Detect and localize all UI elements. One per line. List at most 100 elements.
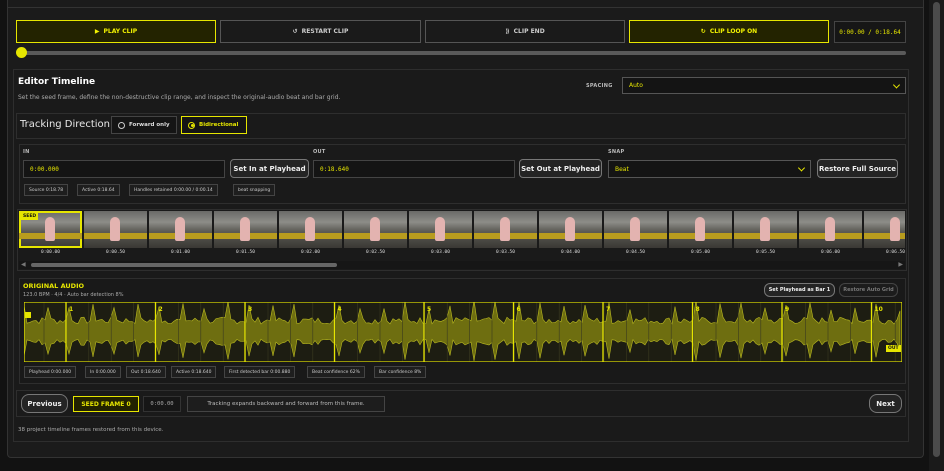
scrollbar-thumb[interactable]	[31, 263, 337, 267]
filmstrip-scrollbar[interactable]: ◀ ▶	[19, 261, 905, 269]
spacing-label: SPACING	[586, 83, 613, 89]
play-icon: ▶	[94, 28, 100, 35]
filmstrip-frame[interactable]: SEED 0:00.00	[19, 211, 82, 258]
frame-thumbnail	[669, 211, 732, 248]
frame-thumbnail	[409, 211, 472, 248]
set-out-button[interactable]: Set Out at Playhead	[519, 159, 602, 178]
restore-auto-grid-button[interactable]: Restore Auto Grid	[839, 283, 898, 297]
forward-only-radio[interactable]: Forward only	[111, 116, 177, 134]
in-time-input[interactable]: 0:00.000	[23, 160, 225, 178]
loop-icon: ↻	[700, 28, 706, 35]
restart-clip-button[interactable]: ↺ RESTART CLIP	[220, 20, 421, 43]
play-clip-button[interactable]: ▶ PLAY CLIP	[16, 20, 216, 43]
frame-time: 0:01.50	[236, 250, 255, 255]
chevron-down-icon	[892, 80, 901, 89]
frame-thumbnail	[799, 211, 862, 248]
radio-selected-icon	[188, 121, 195, 129]
filmstrip-frame[interactable]: 0:06.00	[799, 211, 862, 258]
set-in-button[interactable]: Set In at Playhead	[230, 159, 309, 178]
radio-icon	[118, 121, 125, 129]
frame-thumbnail	[604, 211, 667, 248]
frame-time: 0:00.50	[106, 250, 125, 255]
editor-title: Editor Timeline	[18, 77, 96, 87]
editor-subtitle: Set the seed frame, define the non-destr…	[18, 94, 341, 101]
out-label: OUT	[313, 149, 326, 155]
beat-confidence-chip: Beat confidence 62%	[307, 366, 365, 378]
spacing-select[interactable]: Auto	[622, 77, 906, 94]
next-button[interactable]: Next	[869, 394, 902, 413]
out-time-input[interactable]: 0:18.640	[313, 160, 515, 178]
filmstrip-frame[interactable]: 0:04.50	[604, 211, 667, 258]
seed-frame-badge: SEED FRAME 0	[73, 396, 139, 412]
snap-select[interactable]: Beat	[608, 160, 811, 178]
frame-thumbnail	[474, 211, 537, 248]
filmstrip-frame[interactable]: 0:03.00	[409, 211, 472, 258]
filmstrip-frame[interactable]: 0:01.50	[214, 211, 277, 258]
frame-thumbnail	[539, 211, 602, 248]
chevron-down-icon	[797, 164, 806, 172]
frame-time: 0:02.50	[366, 250, 385, 255]
frame-thumbnail	[279, 211, 342, 248]
filmstrip-frame[interactable]: 0:00.50	[84, 211, 147, 258]
frame-time: 0:02.00	[301, 250, 320, 255]
frame-time: 0:01.00	[171, 250, 190, 255]
bar-number: 5	[427, 306, 431, 313]
filmstrip: SEED 0:00.00 0:00.50 0:01.00 0:01.50 0:02.00 0…	[19, 211, 905, 258]
handles-chip: Handles retained 0:00.00 / 0:00.14	[129, 184, 218, 196]
seed-tag: SEED	[21, 213, 39, 220]
frame-time: 0:00.00	[41, 250, 60, 255]
bar-number: 4	[338, 306, 342, 313]
bar-number: 3	[248, 306, 252, 313]
bar-number: 2	[159, 306, 163, 313]
frame-time: 0:03.50	[496, 250, 515, 255]
out-tag: OUT	[886, 345, 901, 352]
frame-thumbnail	[84, 211, 147, 248]
restore-full-source-button[interactable]: Restore Full Source	[817, 159, 898, 178]
filmstrip-frame[interactable]: 0:03.50	[474, 211, 537, 258]
audio-detail: 123.0 BPM · 4/4 · Auto bar detection 8%	[23, 292, 124, 298]
out-chip: Out 0:18.640	[126, 366, 166, 378]
frame-time: 0:03.00	[431, 250, 450, 255]
scrub-track[interactable]	[18, 51, 906, 55]
active-chip: Active 0:18.640	[171, 366, 217, 378]
bidirectional-radio[interactable]: Bidirectional	[181, 116, 247, 134]
set-bar1-button[interactable]: Set Playhead as Bar 1	[764, 283, 835, 297]
source-chip: Source 0:18.78	[24, 184, 69, 196]
beat-snapping-chip: beat snapping	[233, 184, 276, 196]
time-display: 0:00.00 / 0:18.64	[834, 21, 906, 43]
filmstrip-frame[interactable]: 0:05.50	[734, 211, 797, 258]
filmstrip-frame[interactable]: 0:04.00	[539, 211, 602, 258]
audio-title: ORIGINAL AUDIO	[23, 282, 85, 290]
previous-button[interactable]: Previous	[21, 394, 68, 413]
frame-time: 0:05.00	[691, 250, 710, 255]
top-edge	[7, 0, 924, 8]
bar-number: 6	[517, 306, 521, 313]
clip-loop-button[interactable]: ↻ CLIP LOOP ON	[629, 20, 829, 43]
scroll-left-icon[interactable]: ◀	[21, 261, 26, 268]
bar-number: 8	[696, 306, 700, 313]
page-scrollbar-thumb[interactable]	[933, 2, 940, 457]
scroll-right-icon[interactable]: ▶	[898, 261, 903, 268]
frame-thumbnail	[149, 211, 212, 248]
scrub-handle[interactable]	[16, 47, 27, 58]
filmstrip-frame[interactable]: 0:05.00	[669, 211, 732, 258]
filmstrip-frame[interactable]: 0:02.50	[344, 211, 407, 258]
bar-number: 7	[606, 306, 610, 313]
restored-note: 38 project timeline frames restored from…	[18, 427, 164, 433]
clip-end-button[interactable]: ⟫ CLIP END	[425, 20, 625, 43]
frame-thumbnail	[344, 211, 407, 248]
bar-number: 10	[875, 306, 883, 313]
tracking-hint: Tracking expands backward and forward fr…	[187, 396, 385, 412]
frame-time: 0:04.50	[626, 250, 645, 255]
snap-label: SNAP	[608, 149, 625, 155]
bar-number: 9	[785, 306, 789, 313]
filmstrip-frame[interactable]: 0:02.00	[279, 211, 342, 258]
tracking-label: Tracking Direction	[20, 119, 110, 130]
seed-time: 0:00.00	[143, 396, 181, 412]
frame-time: 0:06.50	[886, 250, 905, 255]
filmstrip-frame[interactable]: 0:06.50	[864, 211, 905, 258]
bar-number: 1	[69, 306, 73, 313]
playhead-marker[interactable]	[25, 312, 31, 318]
filmstrip-frame[interactable]: 0:01.00	[149, 211, 212, 258]
waveform[interactable]: 1 2 3 4 5 6 7 8 9 10	[24, 302, 902, 362]
